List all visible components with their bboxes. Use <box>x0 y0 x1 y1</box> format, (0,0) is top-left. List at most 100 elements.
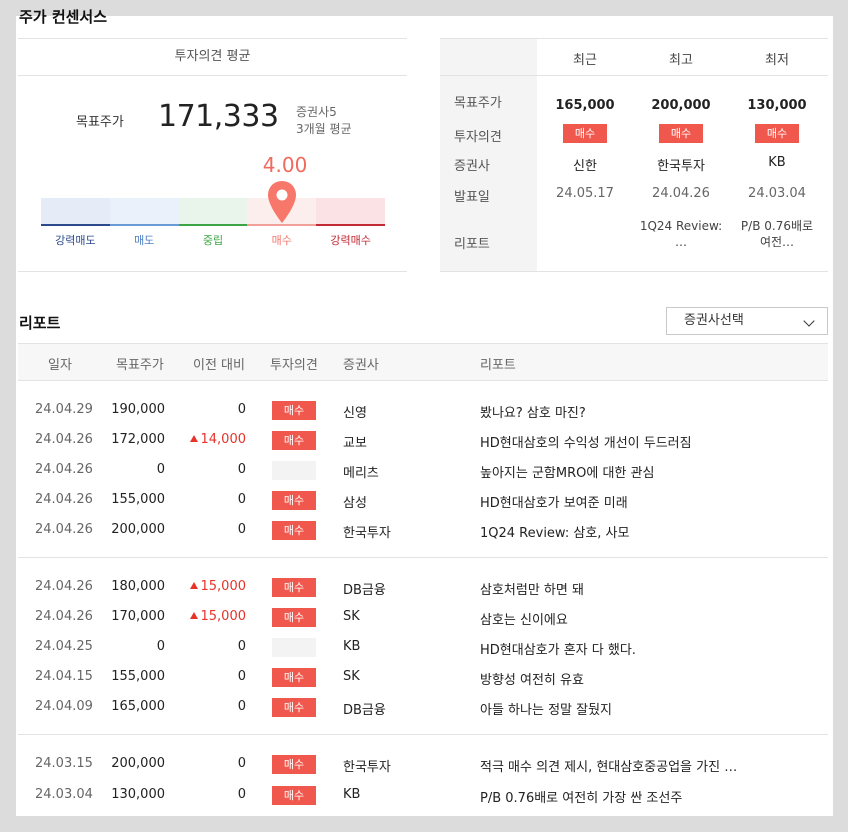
row-target-price: 200,000 <box>111 756 165 771</box>
row-change-value: 0 <box>237 639 246 654</box>
row-opinion-badge <box>272 638 316 657</box>
row-opinion-badge: 매수 <box>272 431 316 450</box>
row-report-link[interactable]: 높아지는 군함MRO에 대한 관심 <box>480 462 654 481</box>
opinion-score: 4.00 <box>262 153 308 177</box>
row-report-link[interactable]: 삼호는 신이에요 <box>480 609 568 628</box>
row-change-value: 15,000 <box>200 609 247 624</box>
high-price: 200,000 <box>651 98 711 113</box>
table-row[interactable]: 24.04.15 155,000 0 매수 SK 방향성 여전히 유효 <box>18 663 828 693</box>
row-date: 24.04.26 <box>35 462 93 477</box>
scale-label-sell: 매도 <box>134 234 155 247</box>
up-arrow-icon <box>189 612 198 619</box>
row-group-divider <box>18 734 828 735</box>
table-row[interactable]: 24.04.26 170,000 15,000 매수 SK 삼호는 신이에요 <box>18 603 828 633</box>
row-date: 24.04.15 <box>35 669 93 684</box>
row-change: 0 <box>168 787 246 802</box>
table-row[interactable]: 24.04.26 200,000 0 매수 한국투자 1Q24 Review: 삼호, 사… <box>18 516 828 546</box>
row-firm: 메리츠 <box>343 466 379 481</box>
scale-segment-neutral <box>178 198 248 226</box>
row-label-firm: 증권사 <box>454 159 490 174</box>
row-report-link[interactable]: 1Q24 Review: 삼호, 사모 <box>480 522 629 541</box>
up-arrow-icon <box>189 435 198 442</box>
row-change-value: 15,000 <box>200 579 247 594</box>
high-opinion-badge: 매수 <box>659 124 703 143</box>
row-target-price: 155,000 <box>111 492 165 507</box>
scale-labels: 강력매도 매도 중립 매수 강력매수 <box>41 232 385 248</box>
row-target-price: 180,000 <box>111 579 165 594</box>
row-opinion-badge: 매수 <box>272 786 316 805</box>
table-row[interactable]: 24.04.09 165,000 0 매수 DB금융 아들 하나는 정말 잘뒀지 <box>18 693 828 723</box>
high-date: 24.04.26 <box>652 186 710 201</box>
row-change: 15,000 <box>168 579 246 594</box>
recent-opinion-badge: 매수 <box>563 124 607 143</box>
table-row[interactable]: 24.04.25 0 0 KB HD현대삼호가 혼자 다 했다. <box>18 633 828 663</box>
recent-firm: 신한 <box>573 159 597 174</box>
scale-label-buy: 매수 <box>271 234 292 247</box>
row-firm: 신영 <box>343 406 367 421</box>
row-firm: KB <box>343 639 361 654</box>
row-report-link[interactable]: HD현대삼호가 혼자 다 했다. <box>480 639 636 658</box>
row-report-link[interactable]: 적극 매수 의견 제시, 현대삼호중공업을 가진 … <box>480 756 737 775</box>
table-row[interactable]: 24.04.26 172,000 14,000 매수 교보 HD현대삼호의 수익성 개선이… <box>18 426 828 456</box>
row-change: 0 <box>168 699 246 714</box>
header-change: 이전 대비 <box>193 358 245 373</box>
row-report-link[interactable]: 아들 하나는 정말 잘뒀지 <box>480 699 612 718</box>
period-label: 3개월 평균 <box>296 122 352 136</box>
row-report-link[interactable]: P/B 0.76배로 여전히 가장 싼 조선주 <box>480 787 682 806</box>
row-change: 14,000 <box>168 432 246 447</box>
table-row[interactable]: 24.04.26 155,000 0 매수 삼성 HD현대삼호가 보여준 미래 <box>18 486 828 516</box>
low-opinion-badge: 매수 <box>755 124 799 143</box>
row-change: 15,000 <box>168 609 246 624</box>
target-price-value: 171,333 <box>158 99 279 134</box>
row-report-link[interactable]: 방향성 여전히 유효 <box>480 669 584 688</box>
col-recent: 최근 <box>573 53 597 68</box>
col-high: 최고 <box>669 53 693 68</box>
row-change-value: 0 <box>237 787 246 802</box>
opinion-scale-bar <box>41 198 385 228</box>
row-date: 24.04.09 <box>35 699 93 714</box>
table-row[interactable]: 24.04.26 180,000 15,000 매수 DB금융 삼호처럼만 하면 돼 <box>18 573 828 603</box>
row-firm: DB금융 <box>343 703 386 718</box>
row-target-price: 0 <box>156 462 165 477</box>
row-change-value: 0 <box>237 756 246 771</box>
row-label-report: 리포트 <box>454 237 490 252</box>
table-row[interactable]: 24.03.15 200,000 0 매수 한국투자 적극 매수 의견 제시, 현대삼호중… <box>18 750 828 780</box>
row-firm: DB금융 <box>343 583 386 598</box>
score-marker-icon <box>267 181 296 223</box>
row-label-opinion: 투자의견 <box>454 130 502 145</box>
row-change: 0 <box>168 492 246 507</box>
consensus-average-panel: 투자의견 평균 목표주가 171,333 증권사5 3개월 평균 4.00 강력… <box>18 38 407 272</box>
row-report-link[interactable]: 삼호처럼만 하면 돼 <box>480 579 584 598</box>
chevron-down-icon <box>803 315 815 327</box>
row-change: 0 <box>168 402 246 417</box>
row-date: 24.04.26 <box>35 609 93 624</box>
row-date: 24.04.25 <box>35 639 93 654</box>
reports-title: 리포트 <box>19 314 61 332</box>
row-date: 24.03.04 <box>35 787 93 802</box>
row-report-link[interactable]: 봤나요? 삼호 마진? <box>480 402 586 421</box>
row-report-link[interactable]: HD현대삼호가 보여준 미래 <box>480 492 628 511</box>
table-row[interactable]: 24.03.04 130,000 0 매수 KB P/B 0.76배로 여전히 가장 싼 … <box>18 781 828 811</box>
row-change-value: 0 <box>237 402 246 417</box>
header-target-price: 목표주가 <box>116 358 164 373</box>
low-price: 130,000 <box>747 98 807 113</box>
row-change-value: 0 <box>237 522 246 537</box>
low-report-link[interactable]: P/B 0.76배로 여전… <box>735 218 819 250</box>
table-row[interactable]: 24.04.26 0 0 메리츠 높아지는 군함MRO에 대한 관심 <box>18 456 828 486</box>
row-change: 0 <box>168 756 246 771</box>
row-change: 0 <box>168 669 246 684</box>
header-report: 리포트 <box>480 358 516 373</box>
low-firm: KB <box>768 155 786 170</box>
header-firm: 증권사 <box>343 358 379 373</box>
table-row[interactable]: 24.04.29 190,000 0 매수 신영 봤나요? 삼호 마진? <box>18 396 828 426</box>
row-change-value: 0 <box>237 699 246 714</box>
row-target-price: 170,000 <box>111 609 165 624</box>
high-report-link[interactable]: 1Q24 Review: … <box>633 218 729 250</box>
recent-date: 24.05.17 <box>556 186 614 201</box>
firm-select-dropdown[interactable]: 증권사선택 <box>666 307 828 335</box>
row-change: 0 <box>168 522 246 537</box>
row-report-link[interactable]: HD현대삼호의 수익성 개선이 두드러짐 <box>480 432 692 451</box>
row-change-value: 14,000 <box>200 432 247 447</box>
row-opinion-badge: 매수 <box>272 755 316 774</box>
row-label-target: 목표주가 <box>454 96 502 111</box>
